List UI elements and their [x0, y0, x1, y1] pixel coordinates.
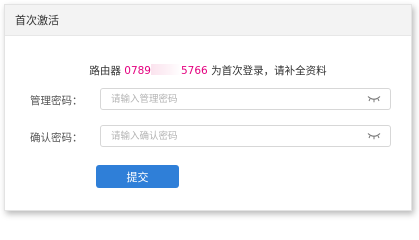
dialog-title: 首次激活 [15, 14, 59, 27]
admin-password-field [100, 88, 391, 110]
serial-redaction-mask [151, 64, 181, 75]
eye-closed-icon[interactable] [367, 95, 381, 103]
confirm-password-field [100, 125, 391, 147]
router-serial-end: 5766 [181, 65, 208, 77]
confirm-password-label: 确认密码： [30, 132, 83, 144]
router-serial-start: 0789 [124, 65, 151, 77]
notice-prefix: 路由器 [89, 65, 125, 77]
confirm-password-input[interactable] [101, 126, 371, 146]
notice-suffix: 为首次登录，请补全资料 [207, 65, 327, 77]
dialog-header: 首次激活 [5, 5, 411, 36]
first-login-notice: 路由器 0789 5766 为首次登录，请补全资料 [5, 63, 411, 78]
activation-dialog: 首次激活 路由器 0789 5766 为首次登录，请补全资料 管理密码： 确认密码… [4, 4, 412, 211]
eye-closed-icon[interactable] [367, 132, 381, 140]
submit-button[interactable]: 提交 [96, 165, 179, 188]
admin-password-input[interactable] [101, 89, 371, 109]
admin-password-label: 管理密码： [30, 95, 83, 107]
